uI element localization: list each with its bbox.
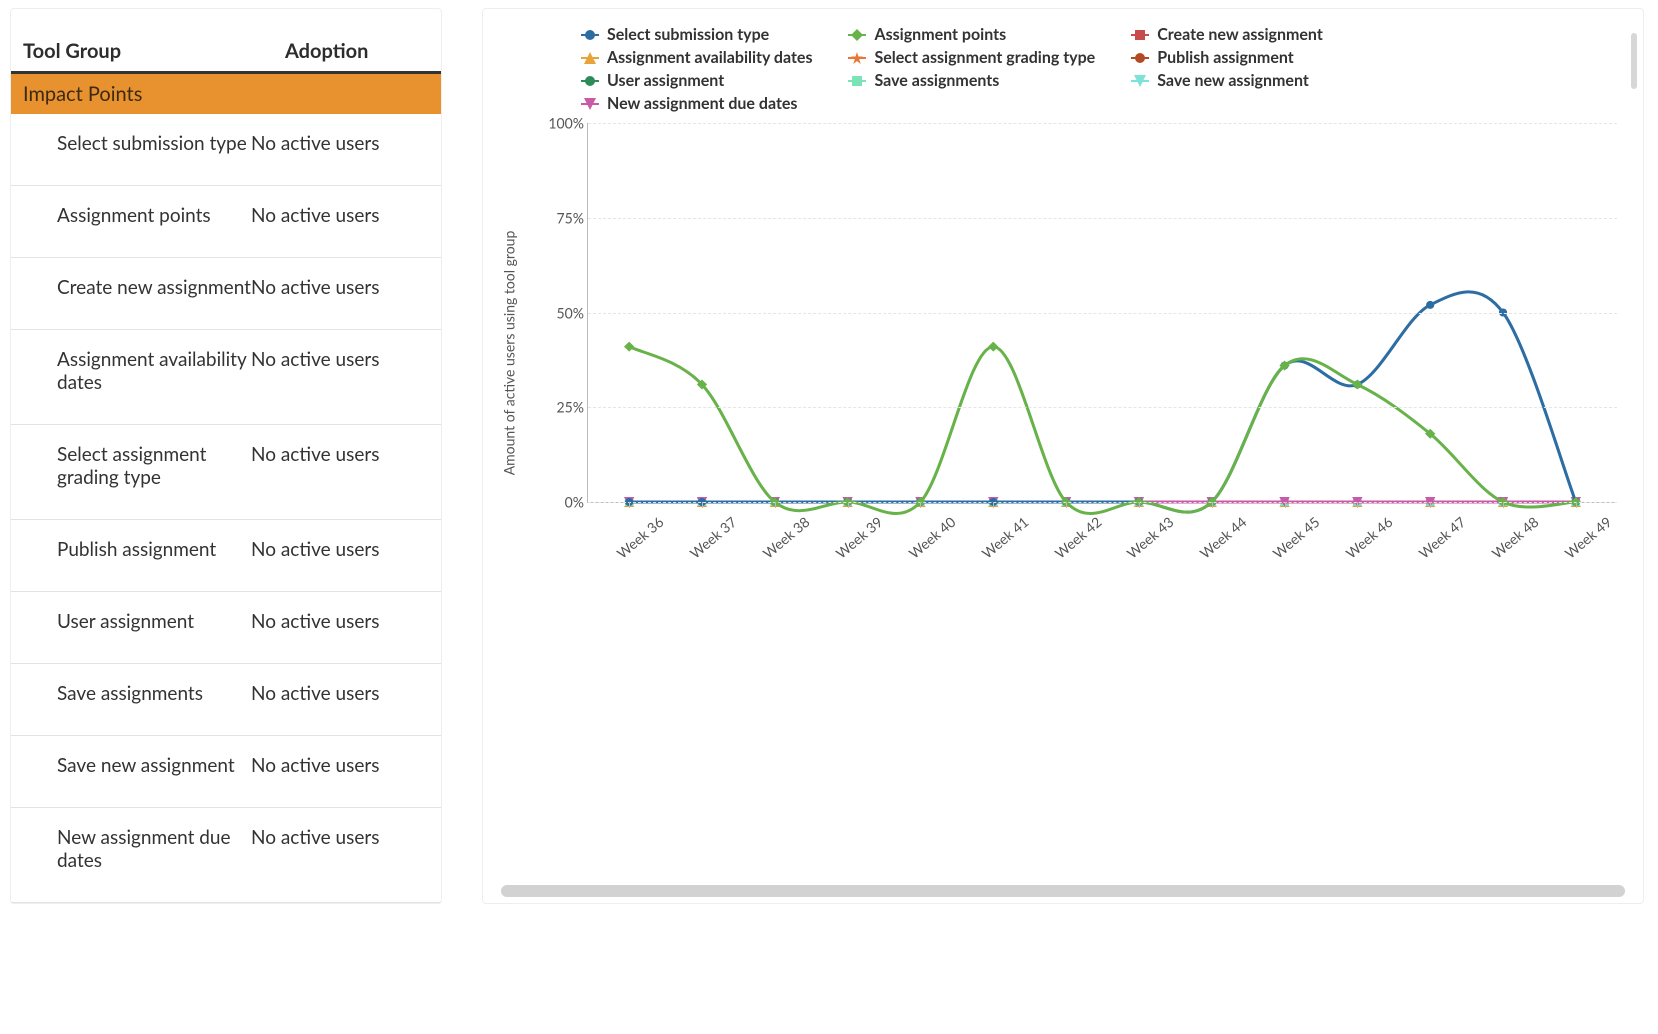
chart-legend: Select submission type Assignment availa… (581, 23, 1625, 115)
x-tick-label: Week 40 (905, 513, 958, 562)
legend-marker-icon (581, 28, 599, 42)
x-tick-label: Week 42 (1051, 513, 1104, 562)
table-header: Tool Group Adoption (11, 9, 441, 74)
legend-label: Save new assignment (1157, 71, 1309, 90)
legend-marker-icon (1131, 51, 1149, 65)
horizontal-scroll-thumb[interactable] (501, 885, 1625, 897)
x-tick-label: Week 41 (978, 513, 1031, 562)
tool-name: Publish assignment (23, 538, 251, 561)
legend-marker-icon (848, 51, 866, 65)
x-tick-label: Week 46 (1342, 513, 1395, 562)
data-point[interactable] (624, 342, 634, 352)
x-tick-label: Week 48 (1488, 513, 1541, 562)
legend-item[interactable]: Select assignment grading type (848, 48, 1095, 67)
adoption-value: No active users (251, 443, 429, 489)
adoption-value: No active users (251, 132, 429, 155)
plot-area[interactable]: 0%25%50%75%100% (587, 123, 1617, 503)
legend-item[interactable]: Publish assignment (1131, 48, 1323, 67)
legend-item[interactable]: Save assignments (848, 71, 1095, 90)
tool-name: Select submission type (23, 132, 251, 155)
table-row[interactable]: Assignment pointsNo active users (11, 186, 441, 258)
legend-marker-icon (581, 51, 599, 65)
legend-label: Publish assignment (1157, 48, 1294, 67)
series-line[interactable] (629, 347, 1576, 514)
adoption-value: No active users (251, 682, 429, 705)
col-header-adoption: Adoption (285, 39, 429, 63)
tool-name: Create new assignment (23, 276, 251, 299)
table-row[interactable]: Publish assignmentNo active users (11, 520, 441, 592)
data-point[interactable] (988, 342, 998, 352)
series-line[interactable] (629, 292, 1576, 512)
legend-item[interactable]: Assignment points (848, 25, 1095, 44)
adoption-value: No active users (251, 276, 429, 299)
legend-label: User assignment (607, 71, 724, 90)
table-row[interactable]: Save assignmentsNo active users (11, 664, 441, 736)
tool-name: User assignment (23, 610, 251, 633)
y-tick-label: 0% (544, 494, 584, 511)
adoption-value: No active users (251, 204, 429, 227)
y-tick-label: 25% (544, 399, 584, 416)
x-tick-label: Week 43 (1124, 513, 1177, 562)
x-tick-label: Week 37 (686, 513, 739, 562)
legend-item[interactable]: New assignment due dates (581, 94, 812, 113)
legend-label: Create new assignment (1157, 25, 1323, 44)
legend-marker-icon (848, 74, 866, 88)
y-tick-label: 75% (544, 209, 584, 226)
table-row[interactable]: Save new assignmentNo active users (11, 736, 441, 808)
x-tick-label: Week 36 (613, 513, 666, 562)
y-tick-label: 50% (544, 304, 584, 321)
x-tick-label: Week 39 (832, 513, 885, 562)
table-row[interactable]: User assignmentNo active users (11, 592, 441, 664)
group-row-impact-points[interactable]: Impact Points (11, 74, 441, 114)
col-header-tool: Tool Group (23, 39, 285, 63)
legend-item[interactable]: Select submission type (581, 25, 812, 44)
legend-item[interactable]: User assignment (581, 71, 812, 90)
legend-item[interactable]: Assignment availability dates (581, 48, 812, 67)
adoption-value: No active users (251, 826, 429, 872)
legend-marker-icon (581, 74, 599, 88)
legend-label: Save assignments (874, 71, 999, 90)
adoption-value: No active users (251, 348, 429, 394)
adoption-value: No active users (251, 754, 429, 777)
legend-marker-icon (581, 97, 599, 111)
tool-name: Save new assignment (23, 754, 251, 777)
adoption-value: No active users (251, 538, 429, 561)
y-axis-title: Amount of active users using tool group (501, 231, 518, 476)
x-tick-label: Week 49 (1561, 513, 1614, 562)
table-row[interactable]: Select submission typeNo active users (11, 114, 441, 186)
legend-item[interactable]: Create new assignment (1131, 25, 1323, 44)
tool-name: Select assignment grading type (23, 443, 251, 489)
legend-label: Select submission type (607, 25, 769, 44)
tool-name: Save assignments (23, 682, 251, 705)
x-tick-label: Week 44 (1197, 513, 1250, 562)
table-row[interactable]: Assignment availability datesNo active u… (11, 330, 441, 425)
legend-item[interactable]: Save new assignment (1131, 71, 1323, 90)
vertical-scroll-thumb[interactable] (1631, 33, 1637, 89)
adoption-chart-panel: Select submission type Assignment availa… (482, 8, 1644, 904)
tool-name: Assignment availability dates (23, 348, 251, 394)
tool-name: Assignment points (23, 204, 251, 227)
chart-area: Amount of active users using tool group … (513, 123, 1625, 583)
x-tick-label: Week 38 (759, 513, 812, 562)
legend-marker-icon (848, 28, 866, 42)
x-tick-label: Week 45 (1269, 513, 1322, 562)
x-axis-ticks: Week 36Week 37Week 38Week 39Week 40Week … (587, 503, 1617, 553)
legend-label: Assignment availability dates (607, 48, 812, 67)
legend-label: New assignment due dates (607, 94, 797, 113)
y-tick-label: 100% (544, 115, 584, 132)
legend-marker-icon (1131, 74, 1149, 88)
tool-name: New assignment due dates (23, 826, 251, 872)
table-row[interactable]: New assignment due datesNo active users (11, 808, 441, 903)
adoption-value: No active users (251, 610, 429, 633)
table-row[interactable]: Create new assignmentNo active users (11, 258, 441, 330)
x-tick-label: Week 47 (1415, 513, 1468, 562)
legend-marker-icon (1131, 28, 1149, 42)
table-row[interactable]: Select assignment grading typeNo active … (11, 425, 441, 520)
legend-label: Select assignment grading type (874, 48, 1095, 67)
data-point[interactable] (1426, 301, 1434, 309)
tool-group-table: Tool Group Adoption Impact Points Select… (10, 8, 442, 904)
legend-label: Assignment points (874, 25, 1006, 44)
